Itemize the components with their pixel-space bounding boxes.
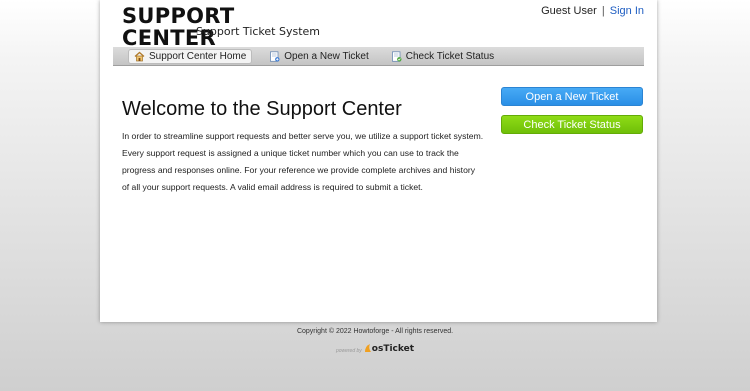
intro-text: In order to streamline support requests …	[122, 131, 484, 192]
user-info: Guest User | Sign In	[541, 5, 644, 17]
footer: Copyright © 2022 Howtoforge - All rights…	[0, 328, 750, 358]
logo-subtitle: Support Ticket System	[195, 25, 320, 38]
open-new-ticket-button[interactable]: Open a New Ticket	[501, 87, 643, 106]
nav-item-check-status[interactable]: Check Ticket Status	[386, 49, 499, 64]
guest-user-label: Guest User	[541, 5, 597, 17]
main-nav: Support Center Home Open a New Ticket Ch…	[113, 47, 644, 66]
separator: |	[601, 5, 605, 17]
nav-item-label: Check Ticket Status	[405, 50, 495, 62]
home-icon	[134, 51, 145, 62]
nav-item-open-ticket[interactable]: Open a New Ticket	[264, 49, 373, 64]
ticket-status-icon	[391, 50, 402, 62]
new-ticket-icon	[269, 50, 280, 62]
main-container: SUPPORT CENTER Support Ticket System Gue…	[100, 0, 657, 322]
copyright-text: Copyright © 2022 Howtoforge - All rights…	[296, 328, 454, 335]
nav-item-label: Open a New Ticket	[284, 50, 369, 62]
nav-item-home[interactable]: Support Center Home	[128, 48, 253, 64]
osticket-logo-icon	[364, 340, 372, 358]
page-title: Welcome to the Support Center	[122, 98, 402, 120]
nav-item-label: Support Center Home	[149, 50, 247, 62]
check-ticket-status-button[interactable]: Check Ticket Status	[501, 115, 643, 134]
powered-by-logo[interactable]: powered by osTicket	[0, 340, 750, 358]
powered-by-label: powered by	[335, 348, 362, 354]
osticket-brand: osTicket	[371, 344, 415, 354]
logo[interactable]: SUPPORT CENTER Support Ticket System	[122, 5, 320, 49]
sign-in-link[interactable]: Sign In	[610, 5, 644, 17]
